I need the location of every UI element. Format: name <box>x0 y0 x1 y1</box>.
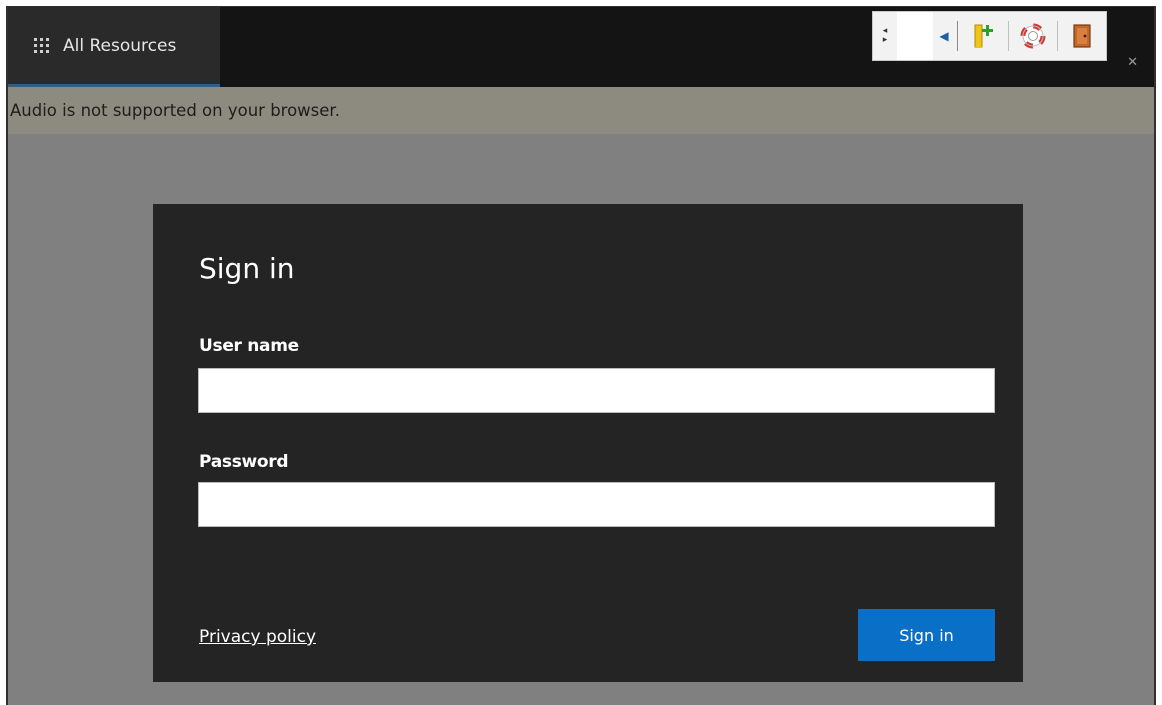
toolbar-blank-area <box>897 12 933 60</box>
audio-warning-bar: Audio is not supported on your browser. <box>8 87 1154 134</box>
scroll-left-right-icon[interactable]: ◂ ▸ <box>873 12 897 60</box>
sign-in-button[interactable]: Sign in <box>858 609 995 661</box>
close-icon[interactable]: ✕ <box>1127 55 1138 70</box>
username-label: User name <box>199 336 299 356</box>
app-launcher-grid-icon <box>34 38 49 53</box>
toolbar-divider <box>1008 21 1009 51</box>
tab-all-resources[interactable]: All Resources <box>8 7 220 87</box>
exit-door-icon[interactable] <box>1062 16 1102 56</box>
password-label: Password <box>199 452 289 472</box>
tab-label: All Resources <box>63 35 177 56</box>
audio-warning-text: Audio is not supported on your browser. <box>10 101 340 120</box>
toolbar-divider <box>1057 21 1058 51</box>
username-field[interactable] <box>198 368 995 413</box>
sign-in-card: Sign in User name Password Privacy polic… <box>153 204 1023 682</box>
privacy-policy-link[interactable]: Privacy policy <box>199 627 316 647</box>
sign-in-title: Sign in <box>199 252 295 285</box>
collapse-left-arrow-icon[interactable]: ◀ <box>933 29 955 43</box>
toolbar-divider <box>957 21 958 51</box>
help-lifebuoy-icon[interactable] <box>1013 16 1053 56</box>
add-bookmark-icon[interactable] <box>964 16 1004 56</box>
app-window: All Resources ✕ ◂ ▸ ◀ Audio is not suppo… <box>6 6 1156 705</box>
password-field[interactable] <box>198 482 995 527</box>
remote-session-toolbar: ◂ ▸ ◀ <box>872 11 1107 61</box>
